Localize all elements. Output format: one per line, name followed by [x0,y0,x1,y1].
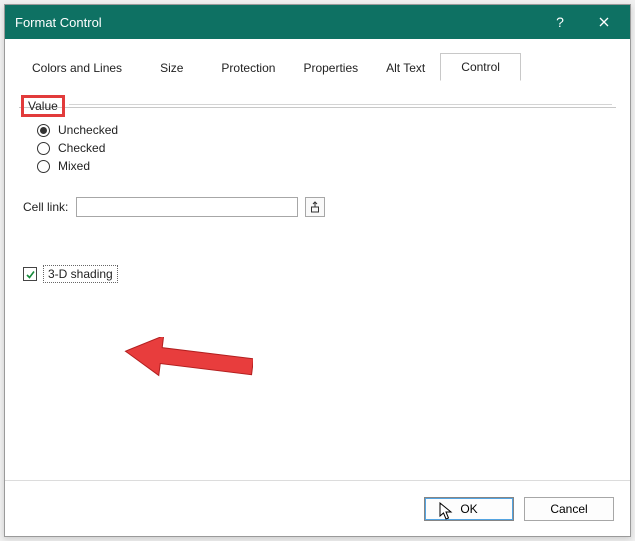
radio-mixed-label: Mixed [58,159,90,173]
group-divider [69,104,612,105]
radio-icon [37,142,50,155]
dialog-content: Value Unchecked Checked Mixed Cell link: [5,81,630,480]
annotation-arrow-icon [123,337,253,385]
tab-alt-text[interactable]: Alt Text [373,54,438,81]
cell-link-label: Cell link: [23,200,68,214]
value-group-label: Value [21,95,65,117]
radio-mixed[interactable]: Mixed [37,159,612,173]
radio-icon [37,160,50,173]
radio-checked-label: Checked [58,141,105,155]
checkbox-icon [23,267,37,281]
radio-unchecked-label: Unchecked [58,123,118,137]
shading-checkbox[interactable]: 3-D shading [23,265,612,283]
window-title: Format Control [15,15,538,30]
close-button[interactable] [582,5,626,39]
help-button[interactable]: ? [538,5,582,39]
tab-bar: Colors and Lines Size Protection Propert… [5,39,630,81]
cell-reference-button[interactable] [305,197,325,217]
radio-unchecked[interactable]: Unchecked [37,123,612,137]
tab-properties[interactable]: Properties [290,54,371,81]
ok-button[interactable]: OK [424,497,514,521]
tab-colors-and-lines[interactable]: Colors and Lines [19,54,135,81]
tab-control[interactable]: Control [440,53,521,81]
collapse-icon [310,201,320,213]
cancel-button[interactable]: Cancel [524,497,614,521]
cell-link-input[interactable] [76,197,298,217]
radio-icon [37,124,50,137]
close-icon [599,17,609,27]
tab-size[interactable]: Size [137,54,206,81]
shading-label: 3-D shading [43,265,118,283]
titlebar: Format Control ? [5,5,630,39]
tab-protection[interactable]: Protection [208,54,288,81]
format-control-dialog: Format Control ? Colors and Lines Size P… [4,4,631,537]
radio-checked[interactable]: Checked [37,141,612,155]
dialog-footer: OK Cancel [5,480,630,536]
